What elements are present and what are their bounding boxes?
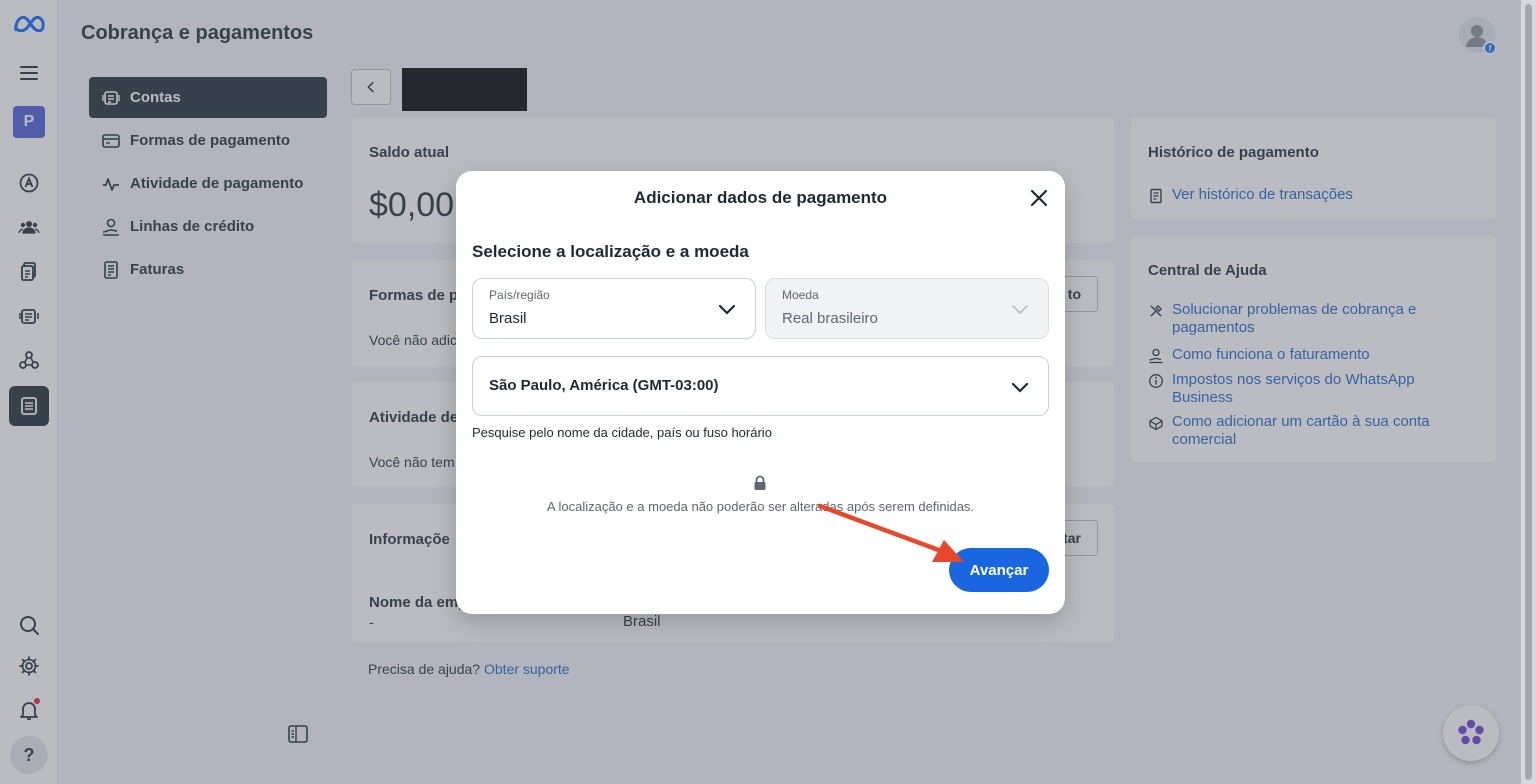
timezone-select[interactable]: São Paulo, América (GMT-03:00) bbox=[472, 356, 1049, 416]
timezone-value: São Paulo, América (GMT-03:00) bbox=[489, 377, 719, 394]
lock-icon bbox=[754, 475, 766, 490]
currency-select: Moeda Real brasileiro bbox=[765, 278, 1049, 339]
page-scrollbar[interactable] bbox=[1521, 0, 1536, 784]
scrollbar-thumb[interactable] bbox=[1525, 4, 1532, 780]
country-label: País/região bbox=[489, 288, 550, 302]
dialog-title: Adicionar dados de pagamento bbox=[633, 188, 888, 207]
country-value: Brasil bbox=[489, 310, 527, 327]
close-icon[interactable] bbox=[1028, 187, 1050, 209]
timezone-hint: Pesquise pelo nome da cidade, país ou fu… bbox=[472, 425, 772, 440]
chevron-down-icon bbox=[718, 304, 736, 315]
country-select[interactable]: País/região Brasil bbox=[472, 278, 756, 339]
currency-value: Real brasileiro bbox=[782, 310, 878, 327]
currency-label: Moeda bbox=[782, 288, 819, 302]
chevron-down-icon bbox=[1011, 382, 1029, 393]
chevron-down-icon bbox=[1012, 305, 1028, 315]
dialog-subtitle: Selecione a localização e a moeda bbox=[472, 242, 749, 261]
annotation-arrow-icon bbox=[817, 503, 964, 562]
